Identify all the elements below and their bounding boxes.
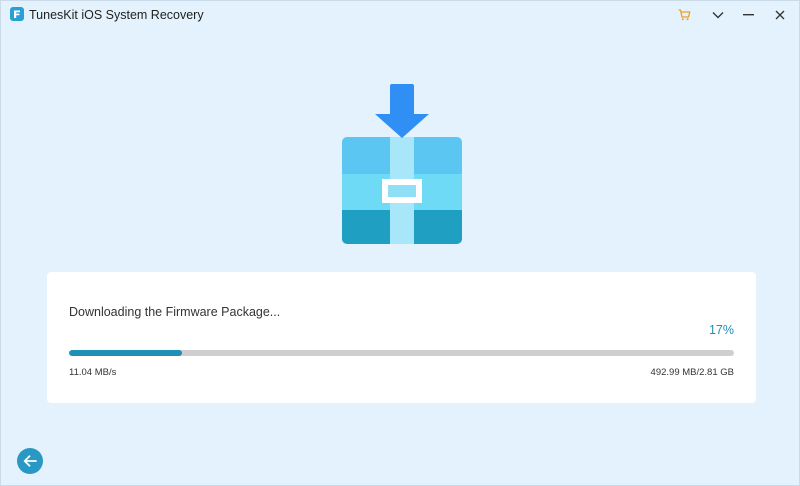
minimize-button[interactable] (737, 5, 759, 25)
firmware-download-box-icon (342, 84, 462, 244)
tuneskit-logo-icon (10, 7, 24, 21)
menu-chevron-icon (712, 12, 724, 19)
app-window: TunesKit iOS System Recovery Downloading… (0, 0, 800, 486)
minimize-icon (742, 14, 754, 16)
titlebar: TunesKit iOS System Recovery (1, 1, 799, 29)
back-arrow-icon (23, 455, 37, 467)
cart-button[interactable] (673, 5, 695, 25)
download-progress-bar (69, 350, 734, 356)
cart-icon (678, 9, 690, 21)
app-title: TunesKit iOS System Recovery (29, 8, 204, 22)
download-speed: 11.04 MB/s (69, 367, 117, 378)
download-size: 492.99 MB/2.81 GB (650, 367, 734, 378)
download-progress-fill (69, 350, 183, 356)
menu-button[interactable] (707, 5, 729, 25)
download-percent: 17% (708, 323, 734, 337)
back-button[interactable] (17, 448, 43, 474)
download-status-text: Downloading the Firmware Package... (69, 305, 281, 319)
download-card: Downloading the Firmware Package... 17% … (47, 272, 756, 403)
close-button[interactable] (769, 5, 791, 25)
close-icon (775, 10, 785, 20)
